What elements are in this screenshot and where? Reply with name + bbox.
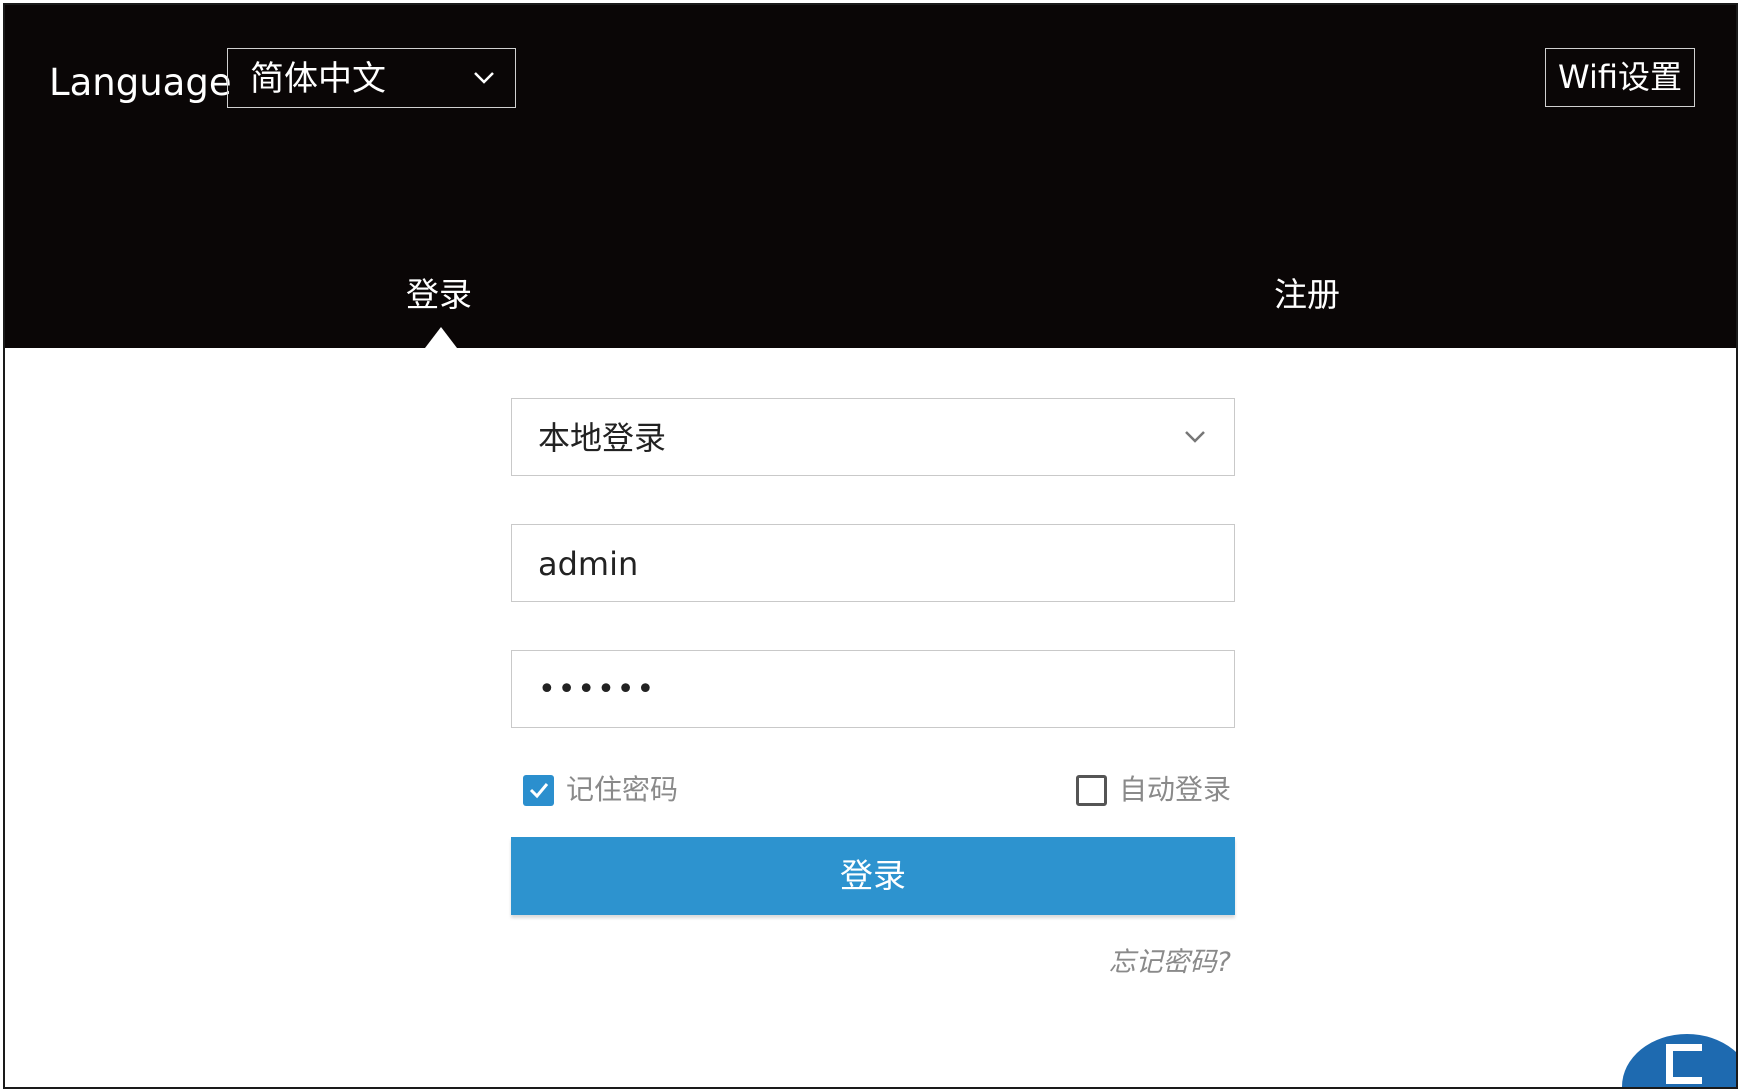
- remember-password-checkbox[interactable]: [523, 774, 554, 806]
- language-label: Language: [49, 61, 232, 104]
- password-value: ••••••: [538, 672, 657, 707]
- login-type-value: 本地登录: [538, 419, 667, 457]
- remember-password-label: 记住密码: [566, 773, 679, 806]
- language-select[interactable]: 简体中文: [227, 48, 516, 108]
- tab-login[interactable]: 登录: [406, 275, 472, 315]
- tab-register[interactable]: 注册: [1274, 275, 1340, 315]
- password-input[interactable]: ••••••: [511, 650, 1235, 728]
- app-frame: Language 简体中文 Wifi设置 登录 注册 本地登录 admin ••…: [3, 3, 1738, 1089]
- checkmark-icon: [529, 783, 548, 799]
- auto-login-label: 自动登录: [1118, 773, 1231, 806]
- username-input[interactable]: admin: [511, 524, 1235, 602]
- chevron-down-icon: [474, 72, 494, 84]
- login-type-select[interactable]: 本地登录: [511, 398, 1235, 476]
- brand-logo: [1622, 1034, 1736, 1087]
- active-tab-indicator: [425, 327, 457, 348]
- language-select-value: 简体中文: [250, 59, 386, 99]
- brand-logo-mark: [1666, 1044, 1702, 1084]
- login-button[interactable]: 登录: [511, 837, 1235, 915]
- chevron-down-icon: [1185, 431, 1205, 443]
- forgot-password-link[interactable]: 忘记密码?: [1109, 946, 1231, 980]
- auto-login-checkbox[interactable]: [1075, 774, 1107, 806]
- username-value: admin: [538, 545, 639, 583]
- header-bar: Language 简体中文 Wifi设置 登录 注册: [5, 5, 1736, 348]
- wifi-settings-button[interactable]: Wifi设置: [1545, 48, 1695, 107]
- remember-password-option[interactable]: 记住密码: [523, 772, 678, 808]
- auto-login-option[interactable]: 自动登录: [1075, 772, 1231, 808]
